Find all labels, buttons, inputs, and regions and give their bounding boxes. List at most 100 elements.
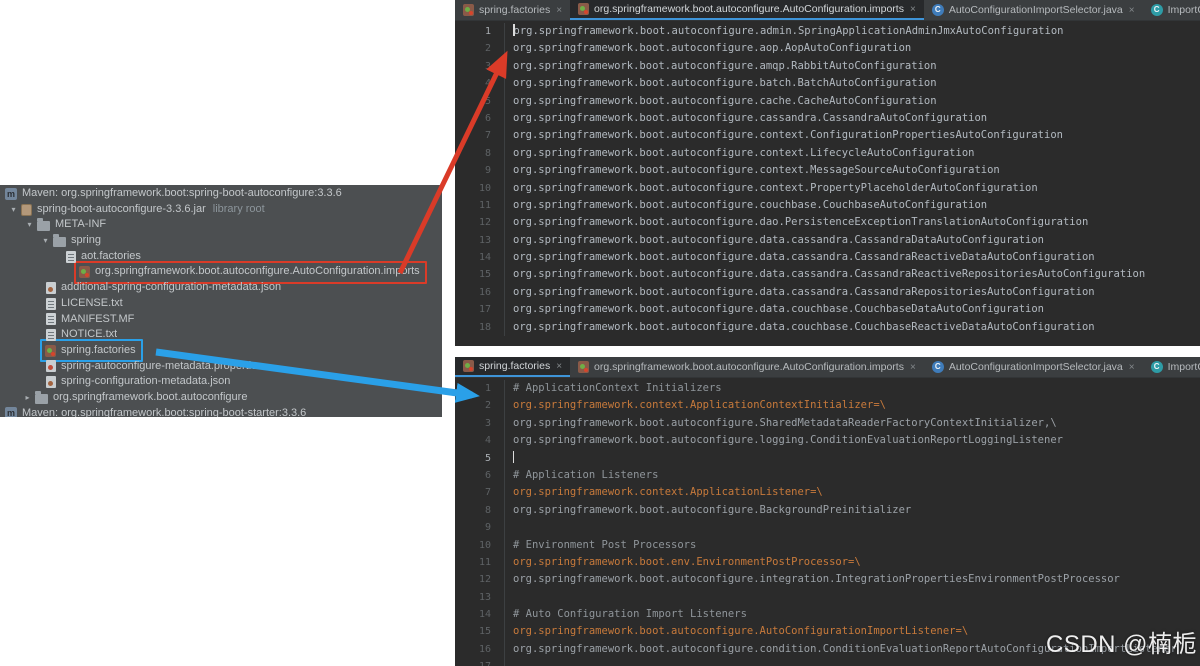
tree-header-maven-library[interactable]: m Maven: org.springframework.boot:spring…: [0, 186, 442, 202]
code-line[interactable]: 1org.springframework.boot.autoconfigure.…: [455, 23, 1200, 40]
class-icon: C: [932, 361, 944, 373]
file-icon: [46, 298, 56, 310]
file-icon: [46, 329, 56, 341]
line-number: 14: [455, 249, 505, 266]
tree-item-license[interactable]: LICENSE.txt: [0, 296, 442, 312]
code-line[interactable]: 14org.springframework.boot.autoconfigure…: [455, 249, 1200, 266]
line-number: 5: [455, 93, 505, 110]
line-number: 18: [455, 319, 505, 336]
code-line[interactable]: 5: [455, 450, 1200, 467]
close-icon[interactable]: ×: [1129, 5, 1135, 16]
tree-item-autoconfigure-package[interactable]: ▸ org.springframework.boot.autoconfigure: [0, 390, 442, 406]
code-line[interactable]: 9: [455, 519, 1200, 536]
tab-import-candidates[interactable]: C ImportCa: [1143, 357, 1200, 377]
code-line[interactable]: 7org.springframework.boot.autoconfigure.…: [455, 127, 1200, 144]
line-number: 8: [455, 502, 505, 519]
code-line[interactable]: 4org.springframework.boot.autoconfigure.…: [455, 432, 1200, 449]
close-icon[interactable]: ×: [910, 362, 916, 373]
line-number: 2: [455, 397, 505, 414]
chevron-down-icon[interactable]: ▾: [24, 217, 35, 233]
line-number: 1: [455, 380, 505, 397]
code-line[interactable]: 5org.springframework.boot.autoconfigure.…: [455, 93, 1200, 110]
code-line[interactable]: 2org.springframework.context.Application…: [455, 397, 1200, 414]
line-number: 8: [455, 145, 505, 162]
tree-item-spring-folder[interactable]: ▾ spring: [0, 233, 442, 249]
code-line[interactable]: 6org.springframework.boot.autoconfigure.…: [455, 110, 1200, 127]
code-line[interactable]: 12org.springframework.boot.autoconfigure…: [455, 571, 1200, 588]
json-file-icon: [46, 282, 56, 294]
close-icon[interactable]: ×: [1129, 362, 1135, 373]
code-line[interactable]: 3org.springframework.boot.autoconfigure.…: [455, 415, 1200, 432]
tab-spring-factories[interactable]: spring.factories ×: [455, 357, 570, 377]
chevron-down-icon[interactable]: ▾: [40, 233, 51, 249]
tree-item-label: MANIFEST.MF: [61, 312, 134, 328]
code-line[interactable]: 2org.springframework.boot.autoconfigure.…: [455, 40, 1200, 57]
code-line[interactable]: 11org.springframework.boot.env.Environme…: [455, 554, 1200, 571]
tree-item-autoconfigure-metadata-properties[interactable]: spring-autoconfigure-metadata.properties: [0, 359, 442, 375]
code-line[interactable]: 17: [455, 658, 1200, 666]
code-line[interactable]: 18org.springframework.boot.autoconfigure…: [455, 319, 1200, 336]
code-line[interactable]: 9org.springframework.boot.autoconfigure.…: [455, 162, 1200, 179]
close-icon[interactable]: ×: [556, 5, 562, 16]
class-icon: C: [1151, 361, 1163, 373]
tree-item-jar[interactable]: ▾ spring-boot-autoconfigure-3.3.6.jar li…: [0, 202, 442, 218]
code-line[interactable]: 13org.springframework.boot.autoconfigure…: [455, 232, 1200, 249]
close-icon[interactable]: ×: [556, 361, 562, 372]
code-line[interactable]: 4org.springframework.boot.autoconfigure.…: [455, 75, 1200, 92]
tree-item-autoconfiguration-imports[interactable]: org.springframework.boot.autoconfigure.A…: [0, 264, 442, 280]
tab-import-selector[interactable]: C AutoConfigurationImportSelector.java ×: [924, 0, 1143, 20]
code-line[interactable]: 11org.springframework.boot.autoconfigure…: [455, 197, 1200, 214]
line-number: 2: [455, 40, 505, 57]
code-line[interactable]: 10# Environment Post Processors: [455, 537, 1200, 554]
spring-file-icon: [463, 4, 474, 16]
tab-spring-factories[interactable]: spring.factories ×: [455, 0, 570, 20]
code-line[interactable]: 15org.springframework.boot.autoconfigure…: [455, 266, 1200, 283]
jar-icon: [21, 204, 32, 216]
code-line[interactable]: 14# Auto Configuration Import Listeners: [455, 606, 1200, 623]
chevron-down-icon[interactable]: ▾: [8, 202, 19, 218]
line-number: 11: [455, 554, 505, 571]
top-tab-bar: spring.factories × org.springframework.b…: [455, 0, 1200, 21]
code-line[interactable]: 3org.springframework.boot.autoconfigure.…: [455, 58, 1200, 75]
line-number: 7: [455, 127, 505, 144]
tree-item-label: spring-configuration-metadata.json: [61, 374, 230, 390]
tree-item-meta-inf[interactable]: ▾ META-INF: [0, 217, 442, 233]
tree-item-spring-factories[interactable]: spring.factories: [0, 343, 442, 359]
line-number: 3: [455, 415, 505, 432]
line-number: 15: [455, 623, 505, 640]
code-line[interactable]: 12org.springframework.boot.autoconfigure…: [455, 214, 1200, 231]
tree-item-configuration-metadata-json[interactable]: spring-configuration-metadata.json: [0, 374, 442, 390]
line-number: 14: [455, 606, 505, 623]
tab-autoconfiguration-imports[interactable]: org.springframework.boot.autoconfigure.A…: [570, 0, 924, 20]
tab-import-candidates[interactable]: C ImportCand: [1143, 0, 1200, 20]
tree-header-maven-library-2[interactable]: m Maven: org.springframework.boot:spring…: [0, 406, 442, 417]
code-line[interactable]: 17org.springframework.boot.autoconfigure…: [455, 301, 1200, 318]
close-icon[interactable]: ×: [910, 4, 916, 15]
chevron-right-icon[interactable]: ▸: [22, 390, 33, 406]
tab-label: org.springframework.boot.autoconfigure.A…: [594, 3, 904, 15]
tree-item-manifest[interactable]: MANIFEST.MF: [0, 312, 442, 328]
imports-code-area[interactable]: 1org.springframework.boot.autoconfigure.…: [455, 21, 1200, 336]
tree-item-label: META-INF: [55, 217, 106, 233]
spring-file-icon: [79, 266, 90, 278]
tree-item-label: spring.factories: [61, 343, 136, 359]
code-line[interactable]: 13: [455, 589, 1200, 606]
spring-file-icon: [463, 360, 474, 372]
code-line[interactable]: 16org.springframework.boot.autoconfigure…: [455, 284, 1200, 301]
code-line[interactable]: 8org.springframework.boot.autoconfigure.…: [455, 145, 1200, 162]
code-line[interactable]: 1# ApplicationContext Initializers: [455, 380, 1200, 397]
code-line[interactable]: 7org.springframework.context.Application…: [455, 484, 1200, 501]
properties-file-icon: [46, 360, 56, 372]
tab-import-selector[interactable]: C AutoConfigurationImportSelector.java ×: [924, 357, 1143, 377]
code-line[interactable]: 8org.springframework.boot.autoconfigure.…: [455, 502, 1200, 519]
tab-autoconfiguration-imports[interactable]: org.springframework.boot.autoconfigure.A…: [570, 357, 924, 377]
line-number: 9: [455, 519, 505, 536]
editor-imports: spring.factories × org.springframework.b…: [455, 0, 1200, 346]
spring-factories-code-area[interactable]: 1# ApplicationContext Initializers 2org.…: [455, 378, 1200, 666]
tree-item-label: additional-spring-configuration-metadata…: [61, 280, 281, 296]
file-icon: [66, 251, 76, 263]
code-line[interactable]: 6# Application Listeners: [455, 467, 1200, 484]
editor-spring-factories: spring.factories × org.springframework.b…: [455, 357, 1200, 666]
code-line[interactable]: 10org.springframework.boot.autoconfigure…: [455, 180, 1200, 197]
line-number: 12: [455, 571, 505, 588]
